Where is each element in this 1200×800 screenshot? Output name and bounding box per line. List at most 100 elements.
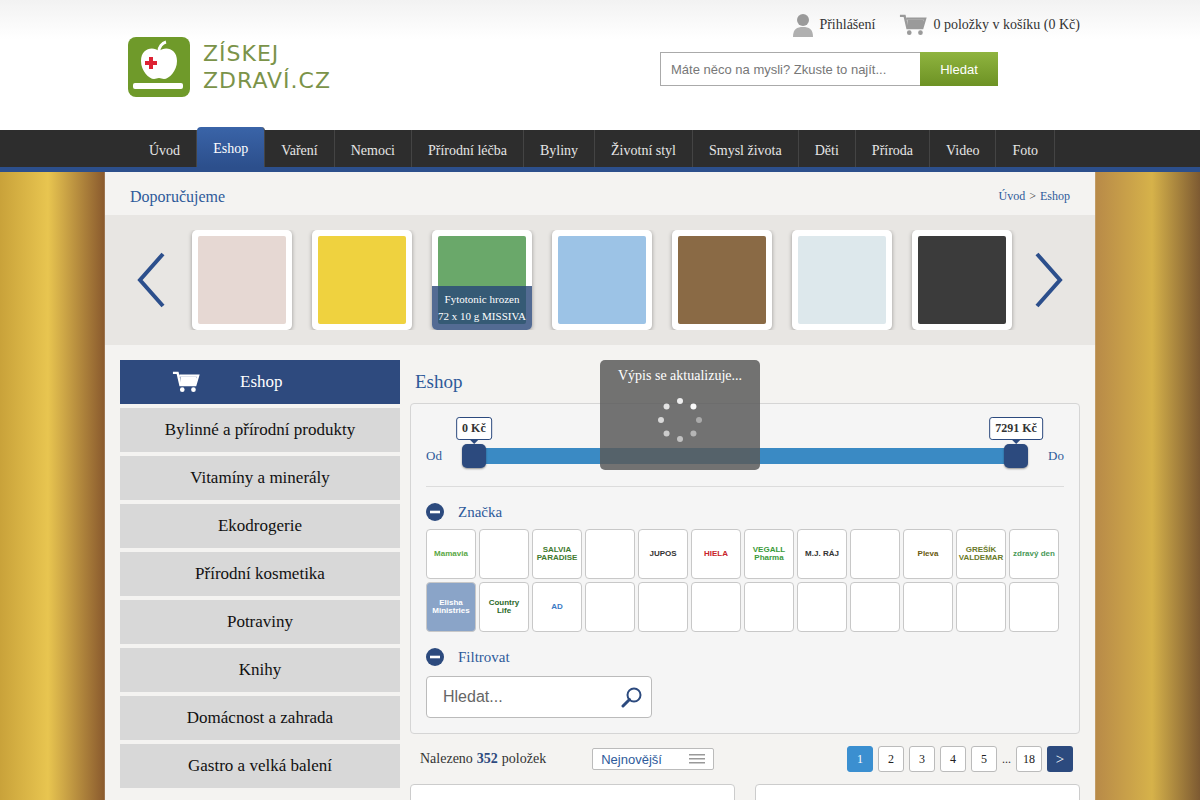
brand-grid: Mamavia SALVIA PARADISE JUPOSHIELAVEGALL P… — [426, 529, 1064, 632]
product-card[interactable] — [672, 230, 772, 330]
brand-tile[interactable]: GREŠÍK VALDEMAR — [956, 529, 1006, 579]
page-button[interactable]: 1 — [847, 746, 873, 772]
nav-item[interactable]: Video — [930, 130, 996, 167]
page-button[interactable]: 3 — [909, 746, 935, 772]
brand-tile[interactable]: Pleva — [903, 529, 953, 579]
collapse-icon[interactable] — [426, 503, 444, 521]
collapse-icon[interactable] — [426, 648, 444, 666]
nav-item[interactable]: Eshop — [197, 127, 265, 167]
slider-handle[interactable]: 7291 Kč — [1004, 444, 1028, 468]
slider-handle[interactable]: 0 Kč — [462, 444, 486, 468]
brand-tile[interactable] — [479, 529, 529, 579]
sidebar-item[interactable]: Bylinné a přírodní produkty — [120, 408, 400, 452]
brand-tile[interactable]: AD — [532, 582, 582, 632]
cart-icon — [899, 14, 927, 36]
header: ZÍSKEJZDRAVÍ.CZ Přihlášení 0 položky v koš… — [0, 0, 1200, 130]
brand-tile[interactable] — [903, 582, 953, 632]
brand-tile[interactable] — [585, 529, 635, 579]
brand-tile[interactable] — [1009, 582, 1059, 632]
page-ellipsis: ... — [1002, 752, 1011, 767]
breadcrumb-link[interactable]: Úvod — [999, 189, 1026, 204]
nav-item[interactable]: Vaření — [265, 130, 335, 167]
search-icon[interactable] — [621, 686, 643, 708]
product-card[interactable] — [552, 230, 652, 330]
logo[interactable]: ZÍSKEJZDRAVÍ.CZ — [120, 0, 331, 130]
apple-book-logo-icon — [127, 35, 191, 99]
sidebar-item[interactable]: Ekodrogerie — [120, 504, 400, 548]
results-bar: Nalezeno352položekNejnovější12345...18> — [410, 734, 1080, 772]
brand-tile[interactable]: Country Life — [479, 582, 529, 632]
nav-item[interactable]: Foto — [996, 130, 1055, 167]
sidebar-item[interactable]: Přírodní kosmetika — [120, 552, 400, 596]
search-button[interactable]: Hledat — [920, 52, 998, 86]
brand-tile[interactable] — [585, 582, 635, 632]
page-button[interactable]: 4 — [940, 746, 966, 772]
nav-item[interactable]: Přírodní léčba — [412, 130, 524, 167]
brand-tile[interactable] — [956, 582, 1006, 632]
product-card[interactable] — [755, 784, 1080, 800]
brand-tile[interactable]: VEGALL Pharma — [744, 529, 794, 579]
brand-tile[interactable] — [638, 582, 688, 632]
text-filter-header[interactable]: Filtrovat — [426, 632, 1064, 674]
nav-item[interactable]: Smysl života — [693, 130, 799, 167]
logo-text: ZÍSKEJ — [203, 40, 331, 67]
product-card[interactable]: Fytotonic hrozen72 x 10 g MISSIVA — [432, 230, 532, 330]
sidebar-item[interactable]: Domácnost a zahrada — [120, 696, 400, 740]
sidebar-item[interactable]: Knihy — [120, 648, 400, 692]
carousel: Fytotonic hrozen72 x 10 g MISSIVA — [105, 215, 1095, 345]
product-card[interactable] — [312, 230, 412, 330]
card-caption: Fytotonic hrozen72 x 10 g MISSIVA — [432, 286, 532, 330]
product-card[interactable] — [192, 230, 292, 330]
next-button[interactable] — [1033, 250, 1065, 310]
nav-item[interactable]: Nemoci — [335, 130, 412, 167]
brand-tile[interactable] — [797, 582, 847, 632]
pagination: 12345... 18> — [847, 746, 1073, 772]
next-page-button[interactable]: > — [1047, 746, 1073, 772]
sidebar-item[interactable]: Potraviny — [120, 600, 400, 644]
brand-tile[interactable]: zdravý den — [1009, 529, 1059, 579]
nav-item[interactable]: Životní styl — [595, 130, 693, 167]
filter-search — [426, 676, 652, 718]
product-card[interactable] — [792, 230, 892, 330]
page-button[interactable]: 18 — [1016, 746, 1042, 772]
sidebar-item[interactable]: Vitamíny a minerály — [120, 456, 400, 500]
chevron-right-icon — [1034, 252, 1064, 308]
cart-icon — [172, 371, 200, 393]
sidebar-header[interactable]: Eshop — [120, 360, 400, 404]
brand-tile[interactable]: Mamavia — [426, 529, 476, 579]
breadcrumb-link[interactable]: Eshop — [1040, 189, 1070, 204]
brand-tile[interactable]: SALVIA PARADISE — [532, 529, 582, 579]
sidebar-item[interactable]: Gastro a velká balení — [120, 744, 400, 788]
price-tooltip: 7291 Kč — [989, 417, 1043, 440]
brand-tile[interactable] — [744, 582, 794, 632]
nav-item[interactable]: Děti — [799, 130, 856, 167]
brand-tile[interactable] — [691, 582, 741, 632]
filter-input[interactable] — [441, 687, 615, 707]
product-card[interactable] — [912, 230, 1012, 330]
chevron-left-icon — [136, 252, 166, 308]
search-input[interactable] — [660, 52, 920, 86]
brand-filter-header[interactable]: Značka — [426, 487, 1064, 529]
login-link[interactable]: Přihlášení — [793, 13, 875, 37]
brand-tile[interactable]: HIELA — [691, 529, 741, 579]
loading-overlay: Výpis se aktualizuje... — [600, 360, 760, 470]
to-label: Do — [1048, 448, 1064, 464]
brand-tile[interactable]: JUPOS — [638, 529, 688, 579]
nav-item[interactable]: Byliny — [524, 130, 595, 167]
product-card[interactable] — [410, 784, 735, 800]
sidebar: EshopBylinné a přírodní produktyVitamíny… — [120, 360, 400, 800]
page-button[interactable]: 2 — [878, 746, 904, 772]
spinner-icon — [656, 396, 704, 444]
nav-item[interactable]: Příroda — [856, 130, 930, 167]
prev-button[interactable] — [135, 250, 167, 310]
brand-tile[interactable]: M.J. RÁJ — [797, 529, 847, 579]
breadcrumb: Úvod>Eshop — [999, 189, 1070, 204]
background-photo: DoporučujemeÚvod>EshopFytotonic hrozen72… — [0, 172, 1200, 800]
brand-tile[interactable] — [850, 582, 900, 632]
page-button[interactable]: 5 — [971, 746, 997, 772]
cart-link[interactable]: 0 položky v košíku (0 Kč) — [899, 14, 1080, 36]
nav-item[interactable]: Úvod — [133, 130, 197, 167]
brand-tile[interactable] — [850, 529, 900, 579]
brand-tile[interactable]: Elisha Ministries — [426, 582, 476, 632]
sort-dropdown[interactable]: Nejnovější — [592, 748, 714, 770]
